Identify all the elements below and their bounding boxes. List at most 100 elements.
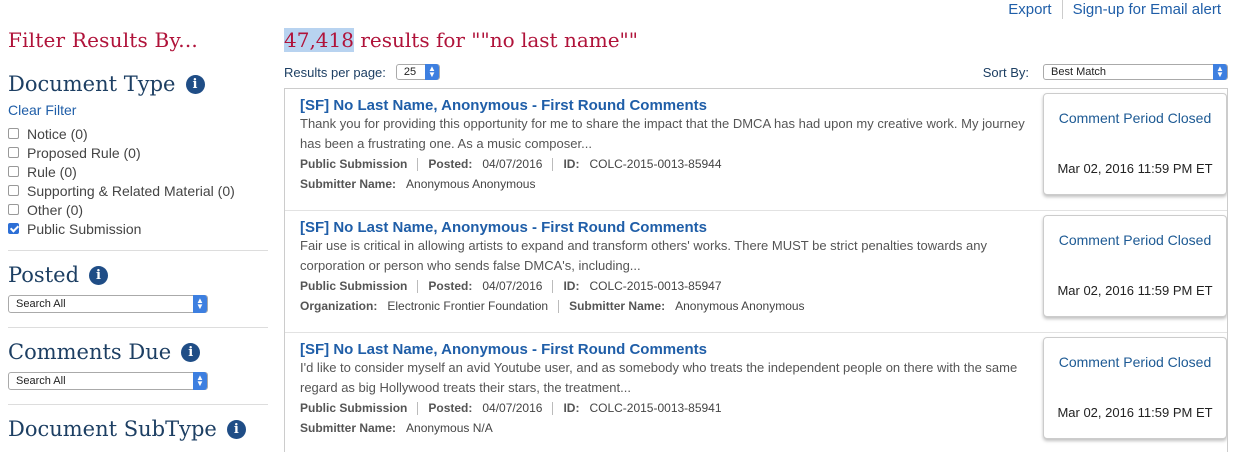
checkbox-label: Proposed Rule (0) — [27, 144, 141, 161]
result-title-link[interactable]: [SF] No Last Name, Anonymous - First Rou… — [300, 341, 1035, 358]
comments-due-title: Comments Due — [8, 340, 172, 364]
checkbox-label: Other (0) — [27, 201, 84, 218]
export-link[interactable]: Export — [1008, 1, 1051, 18]
section-heading: Comments Due i — [8, 340, 268, 364]
checkbox-label: Supporting & Related Material (0) — [27, 182, 235, 199]
document-subtype-section: Document SubType i — [8, 417, 268, 441]
document-type-title: Document Type — [8, 72, 176, 96]
result-body: [SF] No Last Name, Anonymous - First Rou… — [300, 337, 1035, 452]
divider — [417, 279, 419, 293]
results-main: 47,418 results for ""no last name"" Resu… — [284, 28, 1228, 452]
sort-by-select[interactable]: Best Match ▲ ▼ — [1043, 64, 1228, 80]
comment-status-box: Comment Period Closed Mar 02, 2016 11:59… — [1043, 215, 1227, 317]
checkbox-public-submission[interactable]: Public Submission — [8, 219, 268, 238]
comment-due-date: Mar 02, 2016 11:59 PM ET — [1057, 161, 1213, 176]
result-snippet: I'd like to consider myself an avid Yout… — [300, 360, 1018, 395]
document-type: Public Submission — [300, 279, 408, 293]
result-meta: Public Submission Posted: 04/07/2016 ID:… — [300, 276, 1035, 296]
comment-status-box: Comment Period Closed Mar 02, 2016 11:59… — [1043, 337, 1227, 439]
info-icon[interactable]: i — [89, 265, 109, 285]
info-icon[interactable]: i — [226, 419, 246, 439]
document-type: Public Submission — [300, 157, 408, 171]
comment-status: Comment Period Closed — [1058, 354, 1212, 370]
comment-status: Comment Period Closed — [1058, 232, 1212, 248]
results-controls: Results per page: 25 ▲ ▼ Sort By: Best Ma… — [284, 64, 1228, 80]
checkbox-icon[interactable] — [8, 166, 19, 177]
document-id: COLC-2015-0013-85944 — [589, 157, 722, 171]
select-value: Best Match — [1051, 66, 1107, 78]
result-title-link[interactable]: [SF] No Last Name, Anonymous - First Rou… — [300, 219, 1035, 236]
result-meta: Public Submission Posted: 04/07/2016 ID:… — [300, 398, 1035, 418]
result-body: [SF] No Last Name, Anonymous - First Rou… — [300, 215, 1035, 332]
submitter-name: Anonymous Anonymous — [675, 299, 805, 313]
divider — [417, 157, 419, 171]
posted-date: 04/07/2016 — [482, 157, 543, 171]
checkbox-supporting-material[interactable]: Supporting & Related Material (0) — [8, 181, 268, 200]
section-heading: Document SubType i — [8, 417, 268, 441]
checkbox-icon[interactable] — [8, 204, 19, 215]
checkbox-icon[interactable] — [8, 185, 19, 196]
submitter-label: Submitter Name: — [569, 299, 666, 313]
posted-label: Posted: — [428, 401, 473, 415]
comments-due-select[interactable]: Search All ▲ ▼ — [8, 372, 208, 390]
posted-label: Posted: — [428, 279, 473, 293]
info-icon[interactable]: i — [185, 74, 205, 94]
sort-by: Sort By: Best Match ▲ ▼ — [983, 64, 1228, 80]
submitter-name: Anonymous Anonymous — [406, 177, 536, 191]
posted-section: Posted i Search All ▲ ▼ — [8, 263, 268, 328]
chevron-updown-icon: ▲ ▼ — [424, 64, 439, 80]
top-links: Export Sign-up for Email alert — [1008, 0, 1221, 19]
document-type-section: Document Type i Clear Filter Notice (0) … — [8, 72, 268, 251]
section-heading: Posted i — [8, 263, 268, 287]
section-heading: Document Type i — [8, 72, 268, 96]
checkbox-proposed-rule[interactable]: Proposed Rule (0) — [8, 143, 268, 162]
filter-title: Filter Results By... — [8, 28, 198, 52]
submitter-name: Anonymous N/A — [406, 421, 493, 435]
posted-date: 04/07/2016 — [482, 279, 543, 293]
info-icon[interactable]: i — [181, 342, 201, 362]
checkbox-rule[interactable]: Rule (0) — [8, 162, 268, 181]
result-item: [SF] No Last Name, Anonymous - First Rou… — [285, 89, 1227, 211]
chevron-updown-icon: ▲ ▼ — [1213, 64, 1227, 80]
checkbox-notice[interactable]: Notice (0) — [8, 124, 268, 143]
document-id: COLC-2015-0013-85947 — [589, 279, 722, 293]
results-per-page-select[interactable]: 25 ▲ ▼ — [395, 64, 440, 80]
checkbox-icon[interactable] — [8, 128, 19, 139]
select-value: Search All — [16, 298, 66, 310]
document-type: Public Submission — [300, 401, 408, 415]
divider — [552, 157, 554, 171]
comment-status-box: Comment Period Closed Mar 02, 2016 11:59… — [1043, 93, 1227, 195]
email-alert-signup-link[interactable]: Sign-up for Email alert — [1073, 1, 1221, 18]
posted-select[interactable]: Search All ▲ ▼ — [8, 295, 208, 313]
divider — [1061, 0, 1063, 19]
select-value: Search All — [16, 375, 66, 387]
organization-name: Electronic Frontier Foundation — [387, 299, 549, 313]
posted-title: Posted — [8, 263, 80, 287]
result-meta-submitter: Submitter Name: Anonymous Anonymous — [300, 174, 1035, 194]
document-type-options: Notice (0) Proposed Rule (0) Rule (0) Su… — [8, 124, 268, 238]
result-body: [SF] No Last Name, Anonymous - First Rou… — [300, 93, 1035, 210]
checkbox-other[interactable]: Other (0) — [8, 200, 268, 219]
checkbox-checked-icon[interactable] — [8, 223, 19, 234]
submitter-label: Submitter Name: — [300, 421, 397, 435]
posted-date: 04/07/2016 — [482, 401, 543, 415]
sort-by-label: Sort By: — [982, 64, 1029, 80]
checkbox-label: Notice (0) — [27, 125, 88, 142]
select-value: 25 — [403, 66, 417, 78]
checkbox-label: Rule (0) — [27, 163, 77, 180]
divider — [558, 299, 560, 313]
results-heading: 47,418 results for ""no last name"" — [284, 28, 1228, 52]
divider — [552, 279, 554, 293]
result-meta-organization: Organization: Electronic Frontier Founda… — [300, 296, 1035, 316]
results-per-page: Results per page: 25 ▲ ▼ — [284, 64, 440, 80]
results-per-page-label: Results per page: — [284, 64, 386, 80]
clear-filter-link[interactable]: Clear Filter — [8, 102, 268, 118]
checkbox-label: Public Submission — [27, 220, 142, 237]
checkbox-icon[interactable] — [8, 147, 19, 158]
result-title-link[interactable]: [SF] No Last Name, Anonymous - First Rou… — [300, 97, 1035, 114]
result-snippet: Fair use is critical in allowing artists… — [300, 238, 987, 273]
id-label: ID: — [563, 401, 580, 415]
result-snippet: Thank you for providing this opportunity… — [300, 116, 1025, 151]
id-label: ID: — [563, 157, 580, 171]
id-label: ID: — [563, 279, 580, 293]
